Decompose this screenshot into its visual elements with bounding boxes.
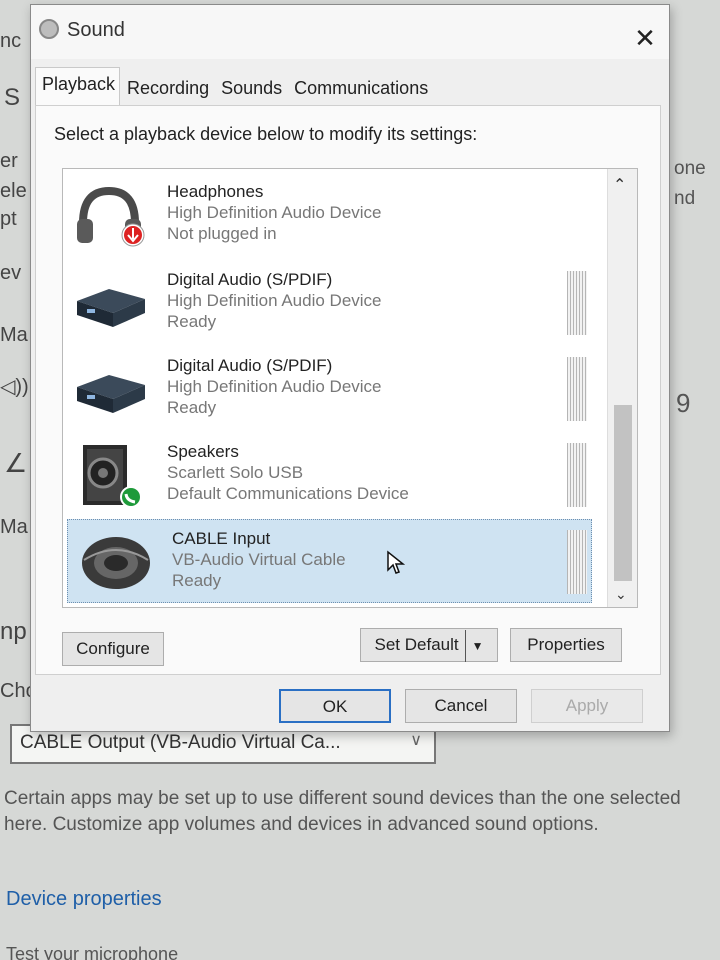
dialog-title: Sound xyxy=(67,19,125,41)
scroll-up-icon[interactable]: ⌃ xyxy=(613,175,626,195)
bg-fragment: np xyxy=(0,618,27,645)
bg-fragment: nd xyxy=(674,188,696,209)
headphones-icon xyxy=(73,183,149,249)
device-status: Ready xyxy=(167,398,217,417)
bg-fragment: ◁)) xyxy=(0,376,29,398)
device-item-speakers[interactable]: Speakers Scarlett Solo USB Default Commu… xyxy=(63,433,593,517)
scrollbar[interactable]: ⌃ ⌄ xyxy=(607,169,637,607)
apply-button[interactable]: Apply xyxy=(531,689,643,723)
cancel-button[interactable]: Cancel xyxy=(405,689,517,723)
volume-meter xyxy=(567,357,587,421)
device-name: CABLE Input xyxy=(172,529,271,548)
title-bar: Sound ✕ xyxy=(31,5,669,59)
device-description: VB-Audio Virtual Cable xyxy=(172,550,346,569)
dropdown-arrow-icon[interactable]: ▼ xyxy=(464,630,484,662)
device-name: Digital Audio (S/PDIF) xyxy=(167,270,333,289)
playback-panel: Select a playback device below to modify… xyxy=(35,105,661,675)
set-default-label: Set Default xyxy=(374,635,459,654)
speaker-icon xyxy=(39,19,59,39)
device-item-digital-audio-1[interactable]: Digital Audio (S/PDIF) High Definition A… xyxy=(63,261,593,345)
device-name: Digital Audio (S/PDIF) xyxy=(167,356,333,375)
configure-button[interactable]: Configure xyxy=(62,632,164,666)
device-list[interactable]: Headphones High Definition Audio Device … xyxy=(62,168,638,608)
device-description: High Definition Audio Device xyxy=(167,291,382,310)
bg-fragment: er xyxy=(0,150,18,172)
bg-fragment: ele xyxy=(0,180,27,202)
device-item-cable-input[interactable]: CABLE Input VB-Audio Virtual Cable Ready xyxy=(67,519,592,603)
speaker-icon xyxy=(73,443,149,509)
spdif-box-icon xyxy=(73,357,149,423)
mouse-cursor-icon xyxy=(387,550,406,574)
scroll-thumb[interactable] xyxy=(614,405,632,581)
tab-recording[interactable]: Recording xyxy=(120,67,214,105)
bg-fragment: pt xyxy=(0,208,17,230)
instruction-text: Select a playback device below to modify… xyxy=(54,124,478,144)
device-properties-link[interactable]: Device properties xyxy=(6,888,162,911)
bg-fragment: ∠ xyxy=(4,448,28,478)
sound-dialog: Sound ✕ Playback Recording Sounds Commun… xyxy=(30,4,670,732)
bg-fragment: nc xyxy=(0,30,22,52)
device-info: Digital Audio (S/PDIF) High Definition A… xyxy=(167,269,382,332)
volume-meter xyxy=(567,443,587,507)
device-description: Scarlett Solo USB xyxy=(167,463,304,482)
device-info: CABLE Input VB-Audio Virtual Cable Ready xyxy=(172,528,346,591)
device-status: Ready xyxy=(172,571,222,590)
device-name: Headphones xyxy=(167,182,264,201)
bg-fragment: one xyxy=(674,158,706,179)
bg-fragment: S xyxy=(4,84,21,111)
device-description: High Definition Audio Device xyxy=(167,203,382,222)
volume-meter xyxy=(567,271,587,335)
spdif-box-icon xyxy=(73,271,149,337)
tab-sounds[interactable]: Sounds xyxy=(214,67,287,105)
device-info: Speakers Scarlett Solo USB Default Commu… xyxy=(167,441,409,504)
settings-description: Certain apps may be set up to use differ… xyxy=(4,788,681,835)
bg-fragment: Ma xyxy=(0,516,28,538)
device-item-headphones[interactable]: Headphones High Definition Audio Device … xyxy=(63,173,593,257)
chevron-down-icon: ∨ xyxy=(410,732,422,749)
set-default-button[interactable]: Set Default ▼ xyxy=(360,628,498,662)
close-button[interactable]: ✕ xyxy=(631,25,659,53)
device-status: Default Communications Device xyxy=(167,484,409,503)
tab-bar: Playback Recording Sounds Communications xyxy=(35,67,433,107)
tab-communications[interactable]: Communications xyxy=(287,67,433,105)
tab-playback[interactable]: Playback xyxy=(35,67,121,107)
bg-fragment: Ma xyxy=(0,324,28,346)
device-info: Headphones High Definition Audio Device … xyxy=(167,181,382,244)
cable-icon xyxy=(78,530,154,596)
device-item-digital-audio-2[interactable]: Digital Audio (S/PDIF) High Definition A… xyxy=(63,347,593,431)
device-status: Not plugged in xyxy=(167,224,277,243)
volume-meter xyxy=(567,530,587,594)
device-name: Speakers xyxy=(167,442,239,461)
bg-fragment: ev xyxy=(0,262,22,284)
ok-button[interactable]: OK xyxy=(279,689,391,723)
bg-fragment: 9 xyxy=(676,388,691,418)
properties-button[interactable]: Properties xyxy=(510,628,622,662)
device-status: Ready xyxy=(167,312,217,331)
dropdown-value: CABLE Output (VB-Audio Virtual Ca... xyxy=(20,732,341,753)
device-description: High Definition Audio Device xyxy=(167,377,382,396)
device-info: Digital Audio (S/PDIF) High Definition A… xyxy=(167,355,382,418)
scroll-down-icon[interactable]: ⌄ xyxy=(615,586,627,603)
test-microphone-text: Test your microphone xyxy=(6,944,179,960)
